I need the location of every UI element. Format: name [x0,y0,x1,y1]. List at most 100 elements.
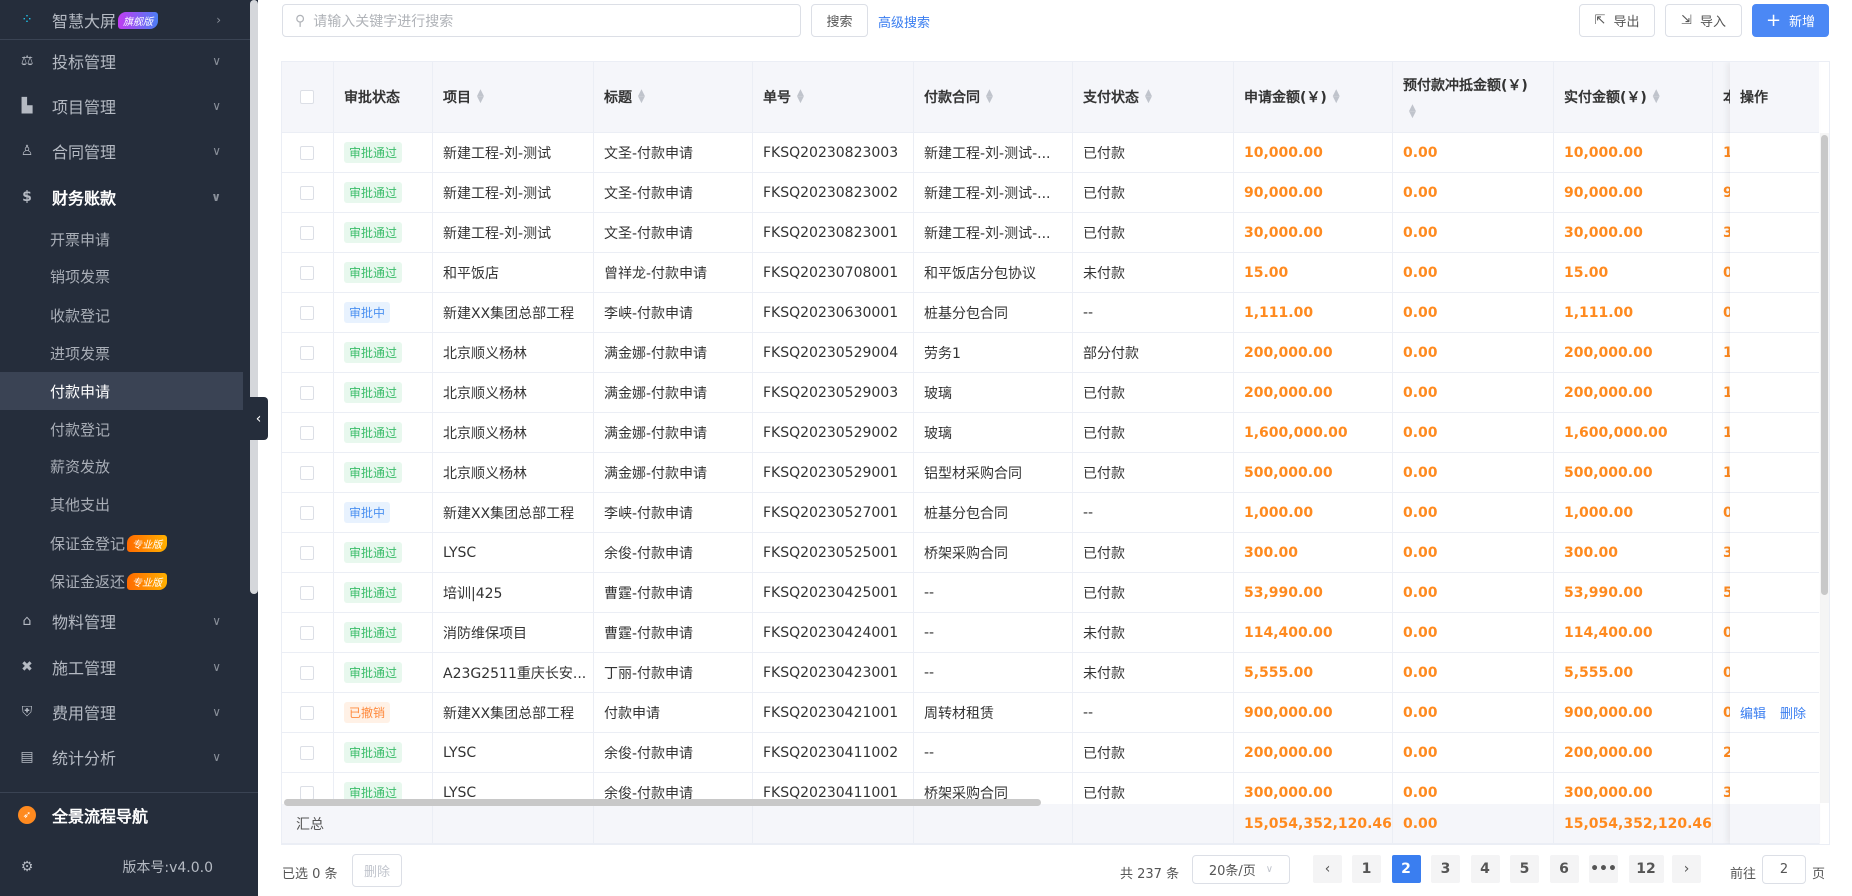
sidebar-group-4[interactable]: ⌂ 物料管理 ∨ [0,601,243,641]
sidebar-item[interactable]: 进项发票 [0,334,243,372]
horizontal-scrollbar[interactable] [284,799,1041,806]
gear-icon[interactable]: ⚙ [18,858,36,876]
table-row[interactable]: 审批通过 北京顺义杨林 满金娜-付款申请 FKSQ20230529003 玻璃 已付款 20… [282,373,1820,413]
cell-value: 桩基分包合同 [924,305,1008,322]
table-row[interactable]: 审批通过 北京顺义杨林 满金娜-付款申请 FKSQ20230529001 铝型材采购合同… [282,453,1820,493]
table-row[interactable]: 已撤销 新建XX集团总部工程 付款申请 FKSQ20230421001 周转材租赁 -- 9… [282,693,1820,733]
table-row[interactable]: 审批通过 培训|425 曹霆-付款申请 FKSQ20230425001 -- 已付款 53,… [282,573,1820,613]
page-button[interactable]: 4 [1470,855,1500,883]
collapse-sidebar-button[interactable]: ‹ [249,397,268,440]
sidebar-item[interactable]: 销项发票 [0,257,243,295]
edit-link[interactable]: 编辑 [1740,703,1766,722]
export-button[interactable]: ⇱ 导出 [1579,4,1655,37]
page-button[interactable]: 1 [1352,855,1381,883]
table-row[interactable]: 审批通过 北京顺义杨林 满金娜-付款申请 FKSQ20230529004 劳务1 部分付款… [282,333,1820,373]
row-checkbox[interactable] [300,705,314,720]
page-button[interactable]: 6 [1549,855,1579,883]
prev-page-button[interactable]: ‹ [1313,855,1342,883]
column-header[interactable]: 单号 ▲ ▼ [753,62,914,133]
page-size-select[interactable]: 20条/页 ∨ [1192,855,1290,884]
select-all-checkbox[interactable] [300,90,314,104]
page-button[interactable]: ••• [1589,855,1618,883]
column-header[interactable]: 付款合同 ▲ ▼ [914,62,1073,133]
row-checkbox[interactable] [300,345,314,360]
row-checkbox[interactable] [300,425,314,440]
advanced-search-link[interactable]: 高级搜索 [878,12,930,31]
delete-link[interactable]: 删除 [1780,703,1806,722]
sidebar-item-dashboard[interactable]: ⁘ 智慧大屏 旗舰版 › [0,0,243,40]
table-row[interactable]: 审批通过 LYSC 余俊-付款申请 FKSQ20230525001 桥架采购合同 已付款 3… [282,533,1820,573]
column-header[interactable]: 项目 ▲ ▼ [433,62,594,133]
sidebar-group-3[interactable]: $ 财务账款 ∨ [0,177,243,217]
page-button[interactable]: 3 [1431,855,1460,883]
sidebar-item[interactable]: 付款登记 [0,410,243,448]
table-row[interactable]: 审批通过 和平饭店 曾祥龙-付款申请 FKSQ20230708001 和平饭店分包协议 未… [282,253,1820,293]
sidebar-group-5[interactable]: ✖ 施工管理 ∨ [0,647,243,687]
table-row[interactable]: 审批中 新建XX集团总部工程 李峡-付款申请 FKSQ20230527001 桩基分包合… [282,493,1820,533]
table-row[interactable]: 审批通过 消防维保项目 曹霆-付款申请 FKSQ20230424001 -- 未付款 114… [282,613,1820,653]
sidebar-item[interactable]: 其他支出 [0,485,243,523]
row-checkbox[interactable] [300,185,314,200]
column-header[interactable]: 实付金额(￥) ▲ ▼ [1554,62,1713,133]
column-header[interactable]: 申请金额(￥) ▲ ▼ [1234,62,1393,133]
row-checkbox[interactable] [300,465,314,480]
column-header[interactable]: 本( [1713,62,1731,133]
row-checkbox[interactable] [300,545,314,560]
row-checkbox[interactable] [300,585,314,600]
sidebar-item[interactable]: 保证金登记 专业版 [0,524,243,562]
add-button[interactable]: + 新增 [1752,4,1829,37]
column-header[interactable]: 审批状态 [334,62,433,133]
table-row[interactable]: 审批通过 A23G2511重庆长安... 丁丽-付款申请 FKSQ2023042300… [282,653,1820,693]
table-row[interactable]: 审批通过 新建工程-刘-测试 文圣-付款申请 FKSQ20230823002 新建工程-… [282,173,1820,213]
sort-icon[interactable]: ▲ ▼ [1145,89,1152,105]
table-row[interactable]: 审批通过 新建工程-刘-测试 文圣-付款申请 FKSQ20230823001 新建工程-… [282,213,1820,253]
sort-icon[interactable]: ▲ ▼ [1409,104,1416,120]
row-checkbox[interactable] [300,145,314,160]
row-checkbox[interactable] [300,625,314,640]
sort-icon[interactable]: ▲ ▼ [797,89,804,105]
scroll-thumb[interactable] [1821,135,1828,595]
column-header[interactable]: 支付状态 ▲ ▼ [1073,62,1234,133]
sidebar-scrollbar[interactable] [250,0,258,594]
panorama-nav[interactable]: ➶ 全景流程导航 [0,795,243,835]
row-checkbox[interactable] [300,305,314,320]
sidebar-item[interactable]: 保证金返还 专业版 [0,562,243,600]
sort-icon[interactable]: ▲ ▼ [986,89,993,105]
sidebar-group-0[interactable]: ⚖ 投标管理 ∨ [0,41,243,81]
sidebar-item[interactable]: 付款申请 [0,372,243,410]
row-checkbox[interactable] [300,785,314,800]
page-button[interactable]: 12 [1628,855,1664,883]
row-checkbox[interactable] [300,505,314,520]
sort-icon[interactable]: ▲ ▼ [477,89,484,105]
vertical-scrollbar[interactable] [1820,133,1829,803]
page-button[interactable]: 2 [1391,855,1421,883]
table-row[interactable]: 审批中 新建XX集团总部工程 李峡-付款申请 FKSQ20230630001 桩基分包合… [282,293,1820,333]
sidebar-group-2[interactable]: ♙ 合同管理 ∨ [0,131,243,171]
column-header[interactable]: 标题 ▲ ▼ [594,62,753,133]
row-checkbox[interactable] [300,665,314,680]
sidebar-group-1[interactable]: ▙ 项目管理 ∨ [0,86,243,126]
table-row[interactable]: 审批通过 新建工程-刘-测试 文圣-付款申请 FKSQ20230823003 新建工程-… [282,133,1820,173]
row-checkbox[interactable] [300,265,314,280]
sidebar-item[interactable]: 薪资发放 [0,447,243,485]
sidebar-group-6[interactable]: ⛨ 费用管理 ∨ [0,692,243,732]
sort-icon[interactable]: ▲ ▼ [638,89,645,105]
sidebar-item[interactable]: 收款登记 [0,296,243,334]
row-checkbox[interactable] [300,225,314,240]
sort-icon[interactable]: ▲ ▼ [1653,89,1660,105]
import-button[interactable]: ⇲ 导入 [1665,4,1742,37]
table-row[interactable]: 审批通过 LYSC 余俊-付款申请 FKSQ20230411002 -- 已付款 200,0… [282,733,1820,773]
search-input[interactable]: ⚲ 请输入关键字进行搜索 [282,4,801,37]
search-button[interactable]: 搜索 [811,4,868,37]
column-header[interactable]: 预付款冲抵金额(￥) ▲ ▼ [1393,62,1554,133]
goto-page-input[interactable]: 2 [1762,855,1806,884]
sidebar-group-7[interactable]: ▤ 统计分析 ∨ [0,737,243,777]
next-page-button[interactable]: › [1672,855,1701,883]
table-row[interactable]: 审批通过 北京顺义杨林 满金娜-付款申请 FKSQ20230529002 玻璃 已付款 1,… [282,413,1820,453]
sidebar-item[interactable]: 开票申请 [0,220,243,258]
batch-delete-button[interactable]: 删除 [352,854,402,887]
page-button[interactable]: 5 [1510,855,1539,883]
row-checkbox[interactable] [300,385,314,400]
sort-icon[interactable]: ▲ ▼ [1333,89,1340,105]
row-checkbox[interactable] [300,745,314,760]
